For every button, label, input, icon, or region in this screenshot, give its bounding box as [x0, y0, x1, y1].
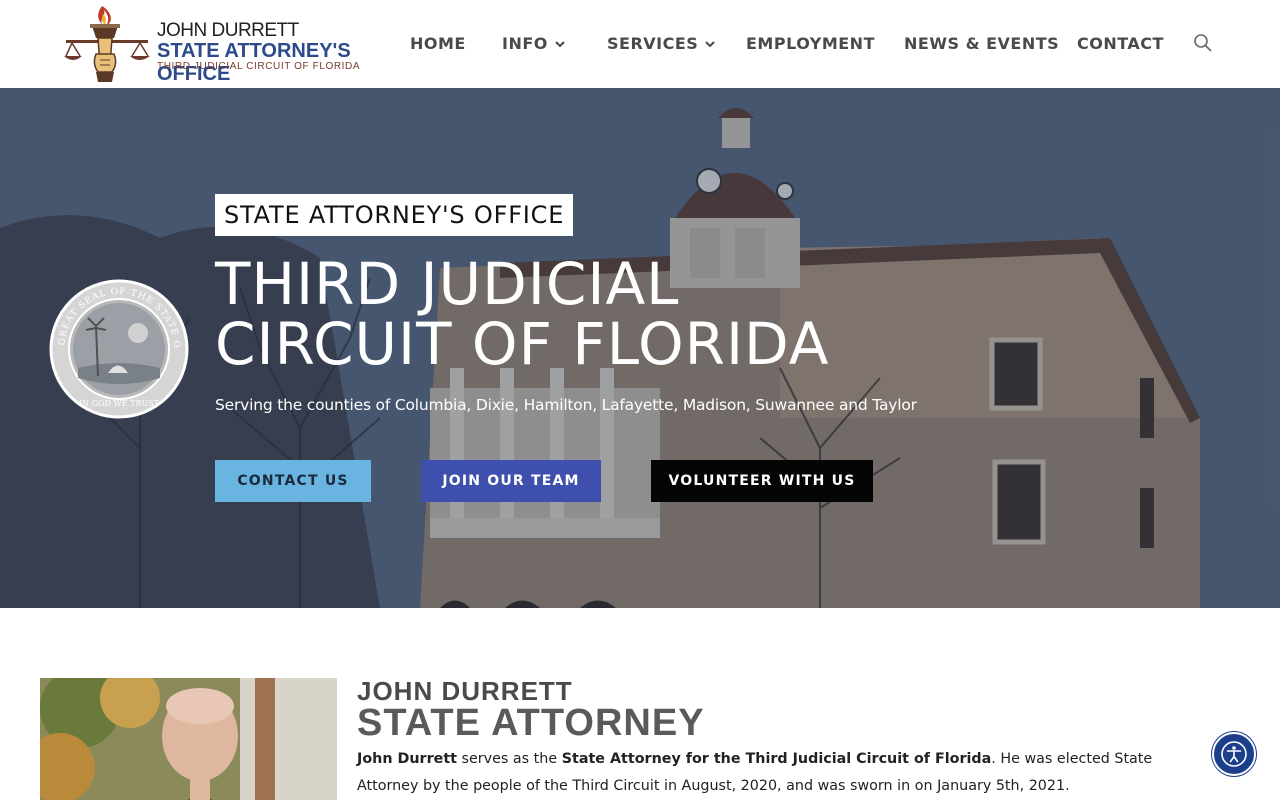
nav-news-events[interactable]: NEWS & EVENTS — [904, 34, 1059, 53]
hero-banner: GREAT SEAL OF THE STATE OF FLORIDA IN GO… — [0, 88, 1280, 608]
john-durrett-photo — [40, 678, 337, 800]
nav-services[interactable]: SERVICES — [607, 34, 716, 53]
main-nav: HOME INFO SERVICES EMPLOYMENT NEWS & EVE… — [0, 0, 1280, 88]
bio-title: STATE ATTORNEY — [357, 702, 705, 744]
seal-motto: IN GOD WE TRUST — [79, 399, 160, 408]
bio-text-mid: serves as the — [457, 751, 562, 767]
hero-title: THIRD JUDICIAL CIRCUIT OF FLORIDA — [215, 254, 829, 374]
nav-contact-label: CONTACT — [1077, 34, 1164, 53]
accessibility-button[interactable] — [1212, 732, 1256, 776]
nav-news-events-label: NEWS & EVENTS — [904, 34, 1060, 53]
site-header: JOHN DURRETT STATE ATTORNEY'S OFFICE THI… — [0, 0, 1280, 88]
nav-info[interactable]: INFO — [502, 34, 566, 53]
nav-services-label: SERVICES — [607, 34, 699, 53]
nav-employment-label: EMPLOYMENT — [746, 34, 875, 53]
florida-state-seal-icon: GREAT SEAL OF THE STATE OF FLORIDA IN GO… — [48, 278, 189, 419]
bio-role-bold: State Attorney for the Third Judicial Ci… — [561, 751, 992, 767]
nav-employment[interactable]: EMPLOYMENT — [746, 34, 875, 53]
nav-contact[interactable]: CONTACT — [1077, 34, 1164, 53]
nav-info-label: INFO — [502, 34, 548, 53]
search-icon[interactable] — [1193, 33, 1213, 53]
nav-home[interactable]: HOME — [410, 34, 466, 53]
accessibility-icon — [1221, 741, 1247, 767]
bio-name-bold: John Durrett — [357, 751, 457, 767]
nav-home-label: HOME — [410, 34, 466, 53]
chevron-down-icon — [555, 40, 565, 47]
join-our-team-button[interactable]: JOIN OUR TEAM — [421, 460, 601, 502]
contact-us-button[interactable]: CONTACT US — [215, 460, 371, 502]
hero-subtitle: Serving the counties of Columbia, Dixie,… — [215, 396, 917, 414]
bio-paragraph: John Durrett serves as the State Attorne… — [357, 746, 1207, 800]
chevron-down-icon — [705, 40, 716, 47]
volunteer-with-us-button[interactable]: VOLUNTEER WITH US — [651, 460, 873, 502]
hero-title-line2: CIRCUIT OF FLORIDA — [215, 310, 830, 378]
office-badge: STATE ATTORNEY'S OFFICE — [215, 194, 574, 236]
hero-title-line1: THIRD JUDICIAL — [215, 250, 680, 318]
